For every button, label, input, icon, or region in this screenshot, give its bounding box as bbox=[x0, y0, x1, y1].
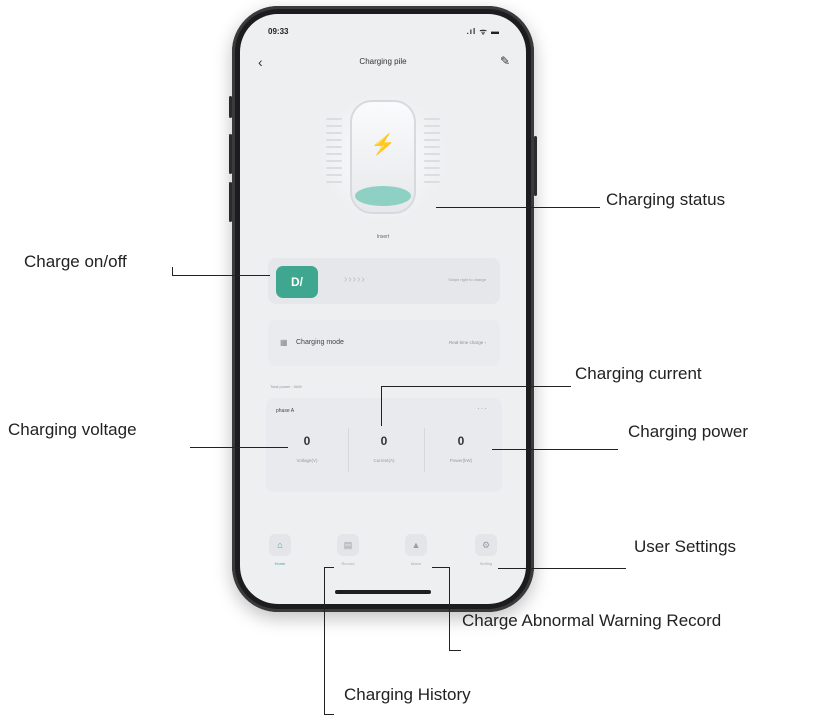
leader-line bbox=[324, 714, 334, 715]
nav-bar: ‹ Charging pile ✎ bbox=[240, 52, 526, 74]
leader-line bbox=[381, 386, 571, 387]
right-ticks bbox=[424, 118, 440, 188]
power-button bbox=[534, 136, 537, 196]
charging-mode-label: Charging mode bbox=[296, 339, 344, 346]
annotation-charging-current: Charging current bbox=[575, 364, 702, 383]
voltage-unit: Voltage(V) bbox=[296, 458, 318, 463]
leader-line bbox=[324, 567, 325, 715]
tab-record[interactable]: ▤ Record bbox=[328, 534, 368, 566]
leader-line bbox=[449, 567, 450, 651]
total-power: Total power : 0kW bbox=[270, 384, 302, 389]
leader-line bbox=[449, 650, 461, 651]
power-value: 0 bbox=[457, 434, 465, 448]
annotation-charging-power: Charging power bbox=[628, 422, 749, 441]
more-icon[interactable]: ··· bbox=[477, 404, 488, 413]
charge-switch-card: D/ ››››› Swipe right to charge bbox=[268, 258, 500, 304]
status-time: 09:33 bbox=[268, 27, 289, 36]
tab-label: Alarm bbox=[410, 561, 422, 566]
tab-label: Setting bbox=[479, 561, 493, 566]
tab-alarm[interactable]: ▲ Alarm bbox=[396, 534, 436, 566]
charging-status-text: Insert bbox=[376, 234, 390, 240]
power-unit: Power(kW) bbox=[449, 458, 473, 463]
metrics-card: phase A ··· 0 Voltage(V) 0 Current(A) 0 … bbox=[266, 398, 502, 492]
tab-label: Record bbox=[341, 561, 355, 566]
grid-icon: ▦ bbox=[280, 338, 288, 347]
leader-line bbox=[492, 449, 618, 450]
mute-switch bbox=[229, 96, 232, 118]
voltage-metric: 0 Voltage(V) bbox=[272, 434, 342, 463]
tab-setting[interactable]: ⚙ Setting bbox=[466, 534, 506, 566]
home-indicator bbox=[335, 590, 431, 594]
leader-line bbox=[381, 386, 382, 426]
tab-home[interactable]: ⌂ Home bbox=[260, 534, 300, 566]
current-metric: 0 Current(A) bbox=[349, 434, 419, 463]
phase-label: phase A bbox=[276, 408, 295, 414]
charge-level-liquid bbox=[355, 186, 411, 206]
swipe-hint: Swipe right to charge bbox=[448, 277, 486, 282]
left-ticks bbox=[326, 118, 342, 188]
volume-up-button bbox=[229, 134, 232, 174]
home-icon: ⌂ bbox=[269, 534, 291, 556]
current-unit: Current(A) bbox=[373, 458, 395, 463]
annotation-charging-history: Charging History bbox=[344, 685, 471, 704]
divider bbox=[424, 428, 425, 472]
app-screen: 09:33 .ıl ᯤ ▬ ‹ Charging pile ✎ ⚡ Insert… bbox=[240, 14, 526, 604]
record-icon: ▤ bbox=[337, 534, 359, 556]
annotation-charging-status: Charging status bbox=[606, 190, 726, 209]
leader-line bbox=[432, 567, 450, 568]
annotation-user-settings: User Settings bbox=[634, 537, 737, 556]
swipe-arrows: ››››› bbox=[344, 274, 366, 285]
leader-line bbox=[498, 568, 626, 569]
current-value: 0 bbox=[380, 434, 388, 448]
charger-device-graphic: ⚡ bbox=[350, 100, 416, 214]
bottom-tab-bar: ⌂ Home ▤ Record ▲ Alarm ⚙ Setting bbox=[240, 534, 526, 594]
signal-wifi-battery-icon: .ıl ᯤ ▬ bbox=[466, 27, 500, 36]
edit-icon[interactable]: ✎ bbox=[500, 54, 510, 68]
charging-mode-row[interactable]: ▦ Charging mode Real-time charge › bbox=[268, 320, 500, 366]
tab-label: Home bbox=[274, 561, 286, 566]
charging-mode-value: Real-time charge › bbox=[448, 340, 486, 345]
status-bar: 09:33 .ıl ᯤ ▬ bbox=[240, 14, 526, 44]
power-metric: 0 Power(kW) bbox=[426, 434, 496, 463]
bolt-icon: ⚡ bbox=[370, 134, 396, 156]
annotation-charging-voltage: Charging voltage bbox=[8, 420, 137, 439]
annotation-abnormal-warning: Charge Abnormal Warning Record bbox=[462, 611, 722, 630]
annotation-charge-onoff: Charge on/off bbox=[24, 252, 127, 271]
alarm-icon: ▲ bbox=[405, 534, 427, 556]
leader-line bbox=[190, 447, 288, 448]
leader-line bbox=[324, 567, 334, 568]
leader-line bbox=[436, 207, 600, 208]
volume-down-button bbox=[229, 182, 232, 222]
gear-icon: ⚙ bbox=[475, 534, 497, 556]
phone-frame: 09:33 .ıl ᯤ ▬ ‹ Charging pile ✎ ⚡ Insert… bbox=[229, 6, 537, 612]
voltage-value: 0 bbox=[303, 434, 311, 448]
page-title: Charging pile bbox=[359, 57, 407, 66]
charging-status-indicator: ⚡ bbox=[318, 92, 448, 222]
leader-line bbox=[172, 267, 173, 275]
leader-line bbox=[172, 275, 270, 276]
charge-toggle-button[interactable]: D/ bbox=[276, 266, 318, 298]
